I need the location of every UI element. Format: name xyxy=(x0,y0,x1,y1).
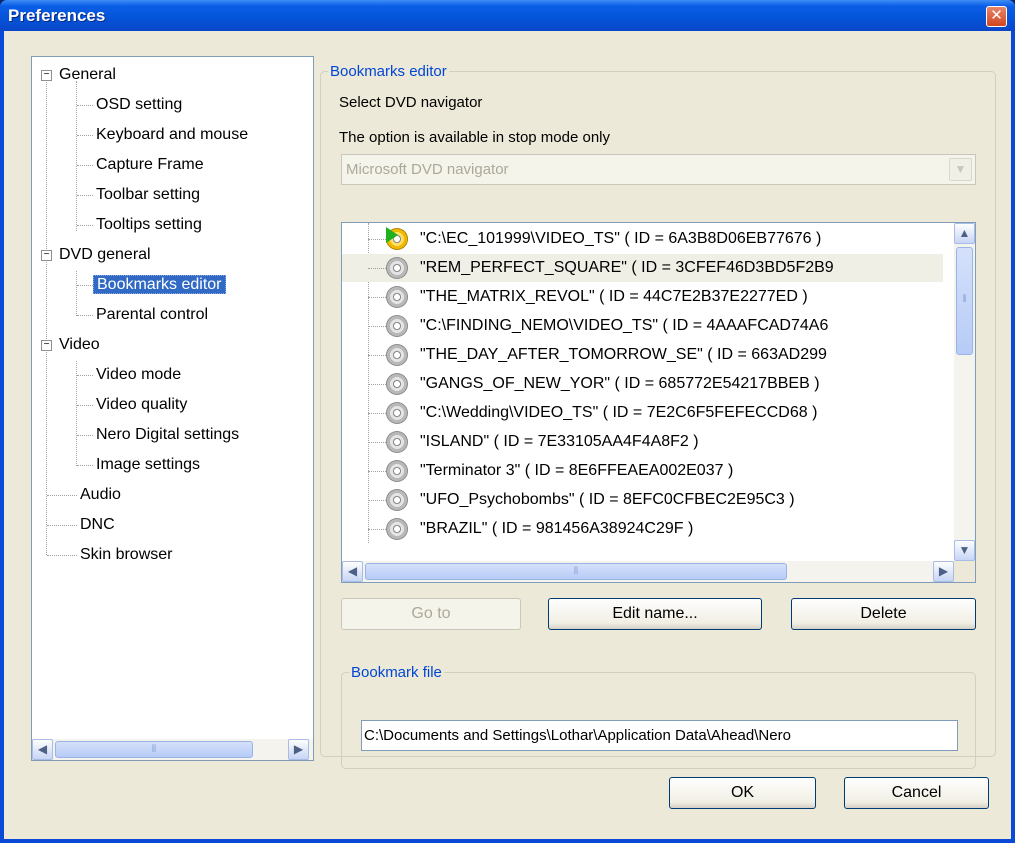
list-item[interactable]: "Terminator 3" ( ID = 8E6FFEAEA002E037 ) xyxy=(342,457,943,485)
scroll-left-icon[interactable]: ◀ xyxy=(32,739,53,760)
tree-item-bookmarks-editor[interactable]: Bookmarks editor xyxy=(93,274,226,296)
dvd-disc-icon xyxy=(386,286,408,308)
bookmark-list[interactable]: "C:\EC_101999\VIDEO_TS" ( ID = 6A3B8D06E… xyxy=(341,222,976,583)
delete-button[interactable]: Delete xyxy=(791,598,976,630)
tree-item-toolbar-setting[interactable]: Toolbar setting xyxy=(93,184,203,206)
scroll-thumb[interactable]: ⦀ xyxy=(956,247,973,355)
scroll-thumb[interactable]: ⦀ xyxy=(55,741,253,758)
dvd-disc-icon xyxy=(386,431,408,453)
tree-item-skin-browser[interactable]: Skin browser xyxy=(77,544,175,566)
window-title: Preferences xyxy=(8,6,106,25)
expand-video-icon[interactable]: − xyxy=(41,340,52,351)
scrollbar-corner xyxy=(954,561,975,582)
dvd-navigator-value: Microsoft DVD navigator xyxy=(346,161,509,178)
tree-item-audio[interactable]: Audio xyxy=(77,484,124,506)
list-item[interactable]: "ISLAND" ( ID = 7E33105AA4F4A8F2 ) xyxy=(342,428,943,456)
tree-item-capture-frame[interactable]: Capture Frame xyxy=(93,154,207,176)
tree-item-nero-digital-settings[interactable]: Nero Digital settings xyxy=(93,424,242,446)
dialog-client-area: − − − General OSD setting Keyboard and m… xyxy=(4,31,1011,839)
tree-item-video-mode[interactable]: Video mode xyxy=(93,364,184,386)
tree-item-parental-control[interactable]: Parental control xyxy=(93,304,211,326)
list-item[interactable]: "C:\EC_101999\VIDEO_TS" ( ID = 6A3B8D06E… xyxy=(342,225,943,253)
go-to-button[interactable]: Go to xyxy=(341,598,521,630)
close-button[interactable]: ✕ xyxy=(986,6,1007,27)
title-bar[interactable]: Preferences ✕ xyxy=(0,0,1015,31)
list-item[interactable]: "GANGS_OF_NEW_YOR" ( ID = 685772E54217BB… xyxy=(342,370,943,398)
dvd-disc-icon xyxy=(386,460,408,482)
settings-tree[interactable]: − − − General OSD setting Keyboard and m… xyxy=(31,56,314,761)
grip-icon: ⦀ xyxy=(151,744,157,755)
ok-button[interactable]: OK xyxy=(669,777,816,809)
bookmark-file-legend: Bookmark file xyxy=(349,664,444,681)
chevron-down-icon[interactable]: ▼ xyxy=(949,158,972,181)
stop-mode-note: The option is available in stop mode onl… xyxy=(339,129,610,146)
dvd-disc-icon xyxy=(386,489,408,511)
grip-icon: ⦀ xyxy=(962,294,967,305)
scroll-up-icon[interactable]: ▲ xyxy=(954,223,975,244)
edit-name-button[interactable]: Edit name... xyxy=(548,598,762,630)
dvd-navigator-select[interactable]: Microsoft DVD navigator ▼ xyxy=(341,154,976,185)
list-vertical-scrollbar[interactable]: ▲ ⦀ ▼ xyxy=(954,223,975,561)
tree-item-general[interactable]: General xyxy=(56,64,119,86)
cancel-button[interactable]: Cancel xyxy=(844,777,989,809)
tree-item-osd-setting[interactable]: OSD setting xyxy=(93,94,185,116)
tree-item-keyboard-and-mouse[interactable]: Keyboard and mouse xyxy=(93,124,313,146)
select-dvd-navigator-label: Select DVD navigator xyxy=(339,94,483,111)
list-item[interactable]: "THE_DAY_AFTER_TOMORROW_SE" ( ID = 663AD… xyxy=(342,341,943,369)
list-item[interactable]: "C:\FINDING_NEMO\VIDEO_TS" ( ID = 4AAAFC… xyxy=(342,312,943,340)
bookmarks-editor-legend: Bookmarks editor xyxy=(328,63,449,80)
tree-item-image-settings[interactable]: Image settings xyxy=(93,454,203,476)
preferences-window: Preferences ✕ − − − General OSD setting … xyxy=(0,0,1015,843)
scroll-left-icon[interactable]: ◀ xyxy=(342,561,363,582)
tree-item-dvd-general[interactable]: DVD general xyxy=(56,244,154,266)
scroll-right-icon[interactable]: ▶ xyxy=(288,739,309,760)
dvd-disc-icon xyxy=(386,315,408,337)
dvd-disc-icon xyxy=(386,518,408,540)
scroll-right-icon[interactable]: ▶ xyxy=(933,561,954,582)
list-horizontal-scrollbar[interactable]: ◀ ⦀ ▶ xyxy=(342,561,954,582)
list-item[interactable]: "UFO_Psychobombs" ( ID = 8EFC0CFBEC2E95C… xyxy=(342,486,943,514)
tree-item-video-quality[interactable]: Video quality xyxy=(93,394,190,416)
dvd-disc-icon xyxy=(386,402,408,424)
play-icon xyxy=(386,227,398,243)
tree-item-dnc[interactable]: DNC xyxy=(77,514,118,536)
list-item[interactable]: "BRAZIL" ( ID = 981456A38924C29F ) xyxy=(342,515,943,543)
grip-icon: ⦀ xyxy=(573,566,579,577)
list-item[interactable]: "C:\Wedding\VIDEO_TS" ( ID = 7E2C6F5FEFE… xyxy=(342,399,943,427)
expand-dvd-general-icon[interactable]: − xyxy=(41,250,52,261)
scroll-thumb[interactable]: ⦀ xyxy=(365,563,787,580)
tree-item-video[interactable]: Video xyxy=(56,334,103,356)
dvd-disc-icon xyxy=(386,344,408,366)
tree-item-tooltips-setting[interactable]: Tooltips setting xyxy=(93,214,205,236)
scroll-down-icon[interactable]: ▼ xyxy=(954,540,975,561)
tree-horizontal-scrollbar[interactable]: ◀ ⦀ ▶ xyxy=(32,739,313,760)
bookmark-file-path-input[interactable]: C:\Documents and Settings\Lothar\Applica… xyxy=(361,720,958,751)
dvd-disc-icon xyxy=(386,373,408,395)
list-item[interactable]: "REM_PERFECT_SQUARE" ( ID = 3CFEF46D3BD5… xyxy=(342,254,943,282)
dvd-disc-icon xyxy=(386,257,408,279)
expand-general-icon[interactable]: − xyxy=(41,70,52,81)
close-icon: ✕ xyxy=(990,7,1003,24)
list-item[interactable]: "THE_MATRIX_REVOL" ( ID = 44C7E2B37E2277… xyxy=(342,283,943,311)
